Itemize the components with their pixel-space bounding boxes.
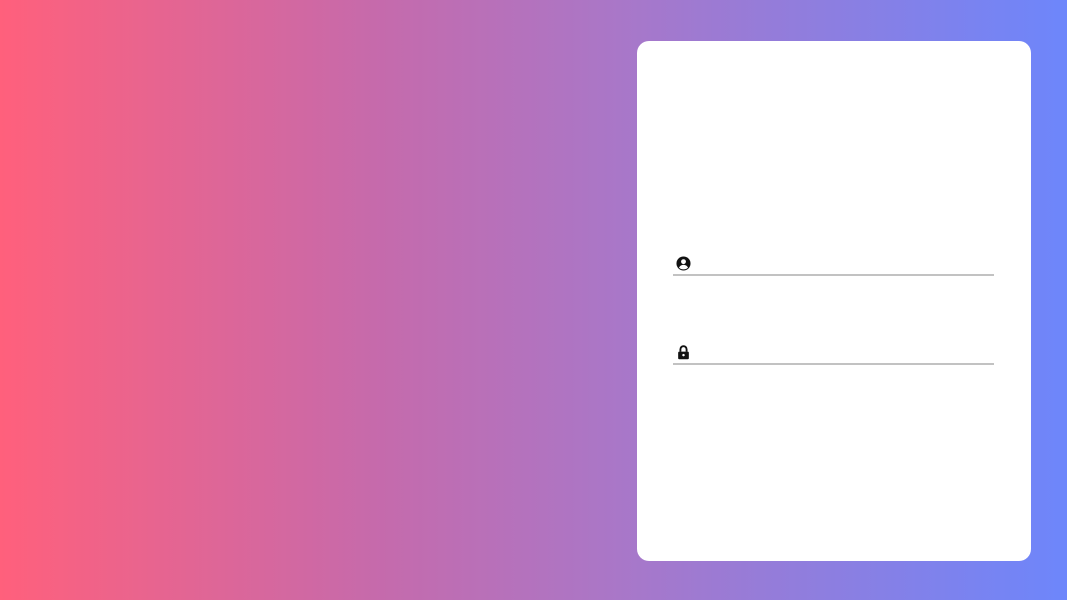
- username-input[interactable]: [699, 253, 994, 273]
- lock-icon: [675, 344, 691, 360]
- password-input[interactable]: [699, 342, 994, 362]
- login-page: [0, 0, 1067, 600]
- user-circle-icon: [675, 255, 691, 271]
- password-field[interactable]: [673, 341, 994, 365]
- login-card: [637, 41, 1031, 561]
- username-field[interactable]: [673, 252, 994, 276]
